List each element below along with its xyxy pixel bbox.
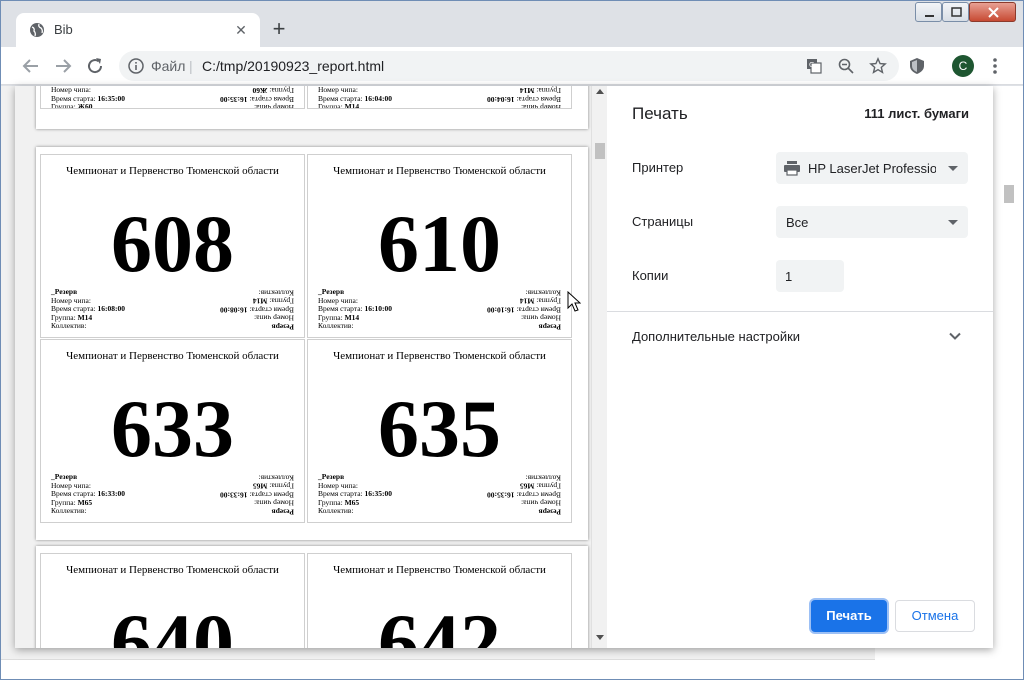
forward-icon[interactable] [51, 54, 75, 78]
bib-info-flipped: Резерв Номер чипа: Время старта: 16:08:0… [220, 288, 294, 332]
bib-info: _Резерв Номер чипа: Время старта: 16:35:… [318, 472, 392, 515]
printer-icon [784, 161, 800, 176]
bib-number: 635 [378, 383, 501, 474]
svg-text:G: G [809, 61, 814, 69]
browser-window: Bib ✕ + Файл | C:/tmp/20190923_report.ht… [0, 0, 1024, 680]
star-icon[interactable] [869, 57, 887, 75]
copies-input[interactable]: 1 [776, 260, 844, 292]
copies-value: 1 [785, 269, 793, 284]
translate-icon[interactable]: G [805, 57, 823, 75]
bib-event-title: Чемпионат и Первенство Тюменской области [333, 350, 546, 362]
cancel-button[interactable]: Отмена [895, 600, 975, 632]
url-text[interactable]: C:/tmp/20190923_report.html [202, 58, 384, 74]
tab-strip: Bib ✕ + [1, 1, 1023, 47]
bib-card: Чемпионат и Первенство Тюменской области… [40, 553, 305, 648]
reload-icon[interactable] [83, 54, 107, 78]
scroll-down-icon[interactable] [596, 635, 604, 640]
minimize-icon [925, 15, 934, 17]
bib-card: Номер чипа: Время старта: 16:35:00 Групп… [40, 86, 305, 109]
maximize-button[interactable] [942, 2, 969, 22]
address-bar[interactable]: Файл | C:/tmp/20190923_report.html G [119, 51, 899, 81]
close-window-button[interactable] [969, 2, 1016, 22]
preview-scrollbar[interactable] [591, 86, 607, 648]
globe-icon [30, 23, 44, 37]
shield-extension-icon[interactable] [907, 56, 927, 76]
chevron-down-icon[interactable] [948, 329, 962, 343]
scroll-up-icon[interactable] [596, 89, 604, 94]
info-icon[interactable] [127, 57, 145, 75]
bib-card: Чемпионат и Первенство Тюменской области… [307, 553, 572, 648]
browser-toolbar: Файл | C:/tmp/20190923_report.html G C [1, 47, 1023, 85]
url-scheme: Файл [151, 58, 186, 74]
bib-number: 610 [378, 198, 501, 289]
bib-card: Чемпионат и Первенство Тюменской области… [307, 154, 572, 338]
print-button[interactable]: Печать [811, 600, 887, 632]
bib-info-flipped: Резерв Номер чипа: Время старта: 16:35:0… [220, 86, 294, 109]
bib-number: 642 [378, 597, 501, 649]
mouse-cursor-icon [567, 291, 581, 312]
bib-card: Номер чипа: Время старта: 16:04:00 Групп… [307, 86, 572, 109]
close-icon[interactable]: ✕ [232, 21, 250, 39]
printer-label: Принтер [632, 160, 684, 175]
bib-info: _Резерв Номер чипа: Время старта: 16:33:… [51, 472, 125, 515]
tab-bib[interactable]: Bib ✕ [16, 13, 260, 47]
dialog-title: Печать [632, 104, 688, 123]
bib-number: 640 [111, 597, 234, 649]
printer-value: HP LaserJet Professional [808, 161, 936, 176]
bib-number: 633 [111, 383, 234, 474]
chevron-down-icon [948, 166, 958, 171]
bib-info: _Резерв Номер чипа: Время старта: 16:08:… [51, 287, 125, 330]
bib-number: 608 [111, 198, 234, 289]
bib-event-title: Чемпионат и Первенство Тюменской области [333, 564, 546, 576]
new-tab-button[interactable]: + [267, 18, 291, 42]
back-icon[interactable] [19, 54, 43, 78]
pages-select[interactable]: Все [776, 206, 968, 238]
preview-scrollbar-thumb[interactable] [595, 143, 605, 159]
bib-info-flipped: Резерв Номер чипа: Время старта: 16:33:0… [220, 473, 294, 517]
avatar[interactable]: C [952, 55, 974, 77]
print-dialog: Номер чипа: Время старта: 16:35:00 Групп… [15, 86, 993, 648]
bib-info: Номер чипа: Время старта: 16:04:00 Групп… [318, 86, 392, 109]
bib-event-title: Чемпионат и Первенство Тюменской области [66, 165, 279, 177]
preview-page: Чемпионат и Первенство Тюменской области… [36, 147, 588, 540]
preview-page: Чемпионат и Первенство Тюменской области… [36, 546, 588, 648]
bib-info: _Резерв Номер чипа: Время старта: 16:10:… [318, 287, 392, 330]
bib-event-title: Чемпионат и Первенство Тюменской области [333, 165, 546, 177]
printer-select[interactable]: HP LaserJet Professional [776, 152, 968, 184]
bib-card: Чемпионат и Первенство Тюменской области… [40, 154, 305, 338]
page-scrollbar-thumb[interactable] [1004, 185, 1014, 203]
maximize-icon [951, 7, 962, 17]
menu-icon[interactable] [987, 55, 1003, 77]
bib-event-title: Чемпионат и Первенство Тюменской области [66, 564, 279, 576]
close-window-icon [988, 7, 999, 18]
minimize-button[interactable] [915, 2, 942, 22]
bib-info-flipped: Резерв Номер чипа: Время старта: 16:04:0… [487, 86, 561, 109]
bib-info-flipped: Резерв Номер чипа: Время старта: 16:10:0… [487, 288, 561, 332]
zoom-out-icon[interactable] [837, 57, 855, 75]
sheet-count: 111 лист. бумаги [864, 106, 969, 121]
divider [607, 311, 993, 312]
bib-card: Чемпионат и Первенство Тюменской области… [307, 339, 572, 523]
bib-info: Номер чипа: Время старта: 16:35:00 Групп… [51, 86, 125, 109]
print-settings-panel: Печать 111 лист. бумаги Принтер HP Laser… [607, 86, 993, 648]
page-bottom-area [1, 659, 875, 679]
url-separator: | [189, 58, 193, 74]
copies-label: Копии [632, 268, 669, 283]
bib-card: Чемпионат и Первенство Тюменской области… [40, 339, 305, 523]
tab-title: Bib [54, 22, 73, 37]
bib-event-title: Чемпионат и Первенство Тюменской области [66, 350, 279, 362]
preview-page: Номер чипа: Время старта: 16:35:00 Групп… [36, 86, 588, 129]
print-preview: Номер чипа: Время старта: 16:35:00 Групп… [15, 86, 591, 648]
more-settings-toggle[interactable]: Дополнительные настройки [632, 329, 800, 344]
chevron-down-icon [948, 220, 958, 225]
pages-label: Страницы [632, 214, 694, 229]
pages-value: Все [786, 215, 809, 230]
bib-info-flipped: Резерв Номер чипа: Время старта: 16:35:0… [487, 473, 561, 517]
